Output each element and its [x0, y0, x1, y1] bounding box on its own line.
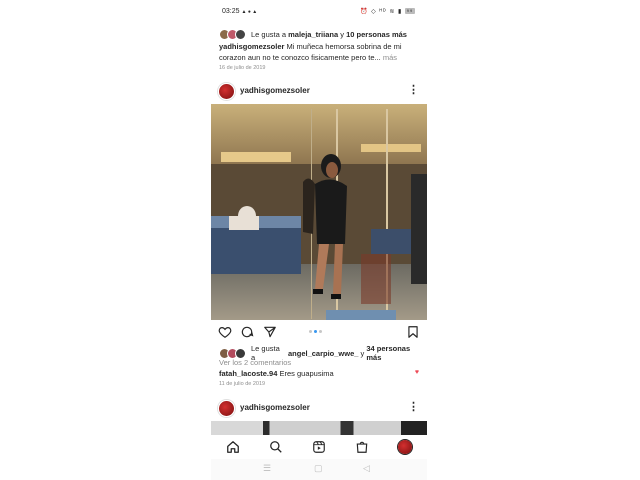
comment-row: fatah_lacoste.94 Eres guapusima: [219, 369, 419, 378]
bookmark-icon[interactable]: [406, 325, 420, 339]
share-icon[interactable]: [263, 325, 277, 339]
likes-user-link[interactable]: maleja_triiana: [288, 30, 338, 39]
avatar[interactable]: [218, 400, 235, 417]
reels-icon[interactable]: [312, 440, 326, 454]
view-comments-link[interactable]: Ver los 2 comentarios: [219, 358, 291, 367]
status-icons: ⏰ ◇ ᴴᴰ ≋ ▮ 99: [359, 8, 415, 15]
tab-bar: [211, 435, 427, 459]
back-icon[interactable]: ◁: [363, 463, 370, 474]
caption-prev: yadhisgomezsoler Mi muñeca hemorsa sobri…: [219, 41, 415, 63]
carousel-dot-active: [314, 330, 317, 333]
kebab-icon[interactable]: ⋮: [408, 83, 419, 97]
comment-username[interactable]: fatah_lacoste.94: [219, 369, 277, 378]
carousel-dot: [319, 330, 322, 333]
likes-row-prev[interactable]: Le gusta a maleja_triiana y 10 personas …: [219, 29, 407, 40]
likes-others-link[interactable]: 34 personas más: [366, 344, 427, 362]
profile-avatar[interactable]: [398, 440, 412, 454]
photo-image: [211, 104, 427, 320]
status-time: 03:25 ▲ ● ▲: [222, 8, 258, 15]
post-date-prev: 16 de julio de 2019: [219, 65, 266, 71]
post-date: 11 de julio de 2019: [219, 381, 266, 387]
battery-icon: 99: [405, 8, 415, 15]
menu-icon[interactable]: ☰: [263, 463, 271, 474]
more-link[interactable]: más: [383, 53, 397, 62]
system-nav-bar: ☰ ▢ ◁: [211, 459, 427, 480]
carousel-dot: [309, 330, 312, 333]
post-username[interactable]: yadhisgomezsoler: [240, 403, 310, 412]
liker-avatars: [219, 347, 246, 359]
likes-user-link[interactable]: angel_carpio_wwe_: [288, 349, 358, 358]
post-username[interactable]: yadhisgomezsoler: [240, 86, 310, 95]
post-photo[interactable]: [211, 104, 427, 320]
home-icon[interactable]: [226, 440, 240, 454]
likes-others-link[interactable]: 10 personas más: [346, 30, 407, 39]
comment-like-icon[interactable]: ♥: [415, 369, 419, 376]
home-square-icon[interactable]: ▢: [314, 463, 323, 474]
avatar: [235, 347, 246, 359]
next-post-photo[interactable]: [211, 421, 427, 435]
shop-icon[interactable]: [355, 440, 369, 454]
search-icon[interactable]: [269, 440, 283, 454]
avatar: [235, 29, 246, 40]
comment-text: Eres guapusima: [279, 369, 334, 378]
likes-join: y: [340, 30, 344, 39]
status-bar: 03:25 ▲ ● ▲ ⏰ ◇ ᴴᴰ ≋ ▮ 99: [211, 8, 427, 20]
comment-icon[interactable]: [240, 325, 254, 339]
post-header: yadhisgomezsoler ⋮: [211, 81, 427, 101]
carousel-indicator: [309, 330, 322, 333]
post-header-next: yadhisgomezsoler ⋮: [211, 398, 427, 418]
caption-username[interactable]: yadhisgomezsoler: [219, 42, 284, 51]
avatar[interactable]: [218, 83, 235, 100]
likes-prefix: Le gusta a: [251, 30, 287, 39]
likes-join: y: [360, 348, 365, 358]
instagram-feed: 03:25 ▲ ● ▲ ⏰ ◇ ᴴᴰ ≋ ▮ 99 Le gusta a mal…: [211, 0, 427, 480]
heart-icon[interactable]: [218, 325, 232, 339]
liker-avatars: [219, 29, 246, 40]
post-actions: [211, 322, 427, 342]
kebab-icon[interactable]: ⋮: [408, 400, 419, 414]
